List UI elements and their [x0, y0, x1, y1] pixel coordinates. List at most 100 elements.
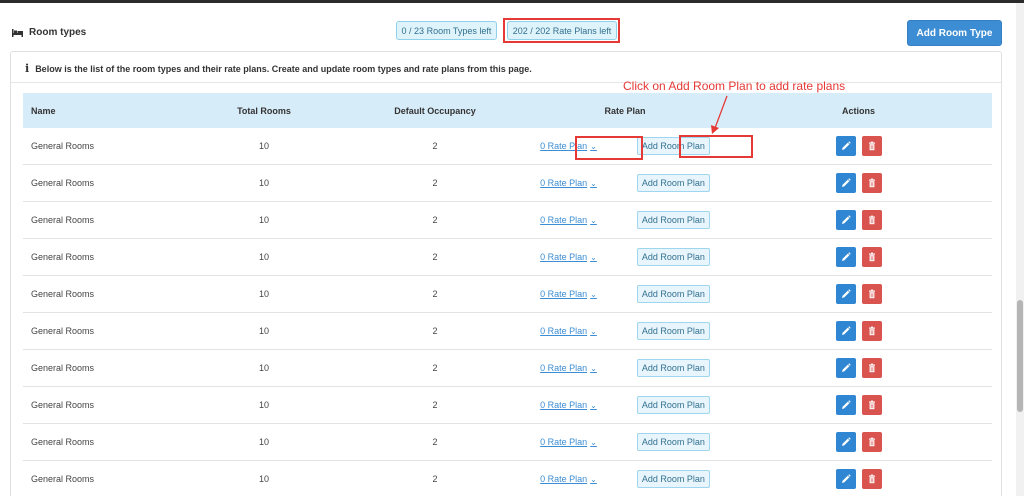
total-rooms: 10 [258, 252, 269, 262]
room-name: General Rooms [31, 437, 95, 447]
default-occupancy: 2 [432, 141, 438, 151]
highlight-box-add-room-plan [679, 135, 753, 158]
add-room-plan-button[interactable]: Add Room Plan [636, 322, 710, 340]
trash-icon [868, 474, 875, 484]
room-name: General Rooms [31, 363, 95, 373]
page-title-label: Room types [29, 27, 87, 38]
page-scrollbar-thumb[interactable] [1017, 300, 1023, 412]
highlight-box-rate-plans-badge [503, 18, 620, 43]
room-name: General Rooms [31, 215, 95, 225]
rate-plan-cell: 0 Rate Plan ⌄ Add Room Plan [525, 470, 725, 488]
rate-plan-cell: 0 Rate Plan ⌄ Add Room Plan [525, 359, 725, 377]
add-room-plan-button[interactable]: Add Room Plan [636, 285, 710, 303]
actions-cell [725, 136, 992, 156]
add-room-plan-button[interactable]: Add Room Plan [636, 396, 710, 414]
total-rooms: 10 [258, 474, 269, 484]
table-row: General Rooms 10 2 0 Rate Plan ⌄ Add Roo… [23, 128, 992, 165]
add-room-plan-button[interactable]: Add Room Plan [636, 211, 710, 229]
table-row: General Rooms 10 2 0 Rate Plan ⌄ Add Roo… [23, 350, 992, 387]
trash-icon [868, 178, 875, 188]
delete-button[interactable] [861, 210, 882, 230]
room-name: General Rooms [31, 474, 95, 484]
page-scrollbar-track[interactable] [1016, 3, 1024, 496]
chevron-down-icon: ⌄ [590, 252, 597, 262]
edit-button[interactable] [835, 469, 856, 489]
total-rooms: 10 [258, 178, 269, 188]
rate-plan-label: 0 Rate Plan [540, 178, 588, 188]
default-occupancy: 2 [432, 437, 438, 447]
delete-button[interactable] [861, 284, 882, 304]
room-name: General Rooms [31, 178, 95, 188]
edit-button[interactable] [835, 284, 856, 304]
pencil-icon [841, 363, 851, 372]
chevron-down-icon: ⌄ [590, 474, 597, 484]
rate-plan-dropdown[interactable]: 0 Rate Plan ⌄ [540, 178, 597, 188]
rate-plan-label: 0 Rate Plan [540, 363, 588, 373]
trash-icon [868, 326, 875, 336]
rate-plan-dropdown[interactable]: 0 Rate Plan ⌄ [540, 437, 597, 447]
rate-plan-label: 0 Rate Plan [540, 252, 588, 262]
window-top-strip [0, 0, 1024, 3]
rate-plan-dropdown[interactable]: 0 Rate Plan ⌄ [540, 474, 597, 484]
actions-cell [725, 173, 992, 193]
table-row: General Rooms 10 2 0 Rate Plan ⌄ Add Roo… [23, 424, 992, 461]
trash-icon [868, 289, 875, 299]
delete-button[interactable] [861, 247, 882, 267]
rate-plan-dropdown[interactable]: 0 Rate Plan ⌄ [540, 215, 597, 225]
trash-icon [868, 400, 875, 410]
rate-plan-dropdown[interactable]: 0 Rate Plan ⌄ [540, 363, 597, 373]
add-room-plan-button[interactable]: Add Room Plan [636, 174, 710, 192]
delete-button[interactable] [861, 395, 882, 415]
info-message: i Below is the list of the room types an… [25, 62, 532, 75]
column-header-actions: Actions [841, 105, 875, 116]
edit-button[interactable] [835, 247, 856, 267]
table-row: General Rooms 10 2 0 Rate Plan ⌄ Add Roo… [23, 165, 992, 202]
room-name: General Rooms [31, 326, 95, 336]
add-room-plan-button[interactable]: Add Room Plan [636, 433, 710, 451]
delete-button[interactable] [861, 358, 882, 378]
edit-button[interactable] [835, 432, 856, 452]
default-occupancy: 2 [432, 289, 438, 299]
add-room-plan-button[interactable]: Add Room Plan [636, 470, 710, 488]
delete-button[interactable] [861, 321, 882, 341]
highlight-box-rate-plan-dropdown [575, 136, 643, 160]
rate-plan-dropdown[interactable]: 0 Rate Plan ⌄ [540, 326, 597, 336]
add-room-type-button[interactable]: Add Room Type [907, 20, 1002, 46]
delete-button[interactable] [861, 173, 882, 193]
edit-button[interactable] [835, 173, 856, 193]
rate-plan-cell: 0 Rate Plan ⌄ Add Room Plan [525, 322, 725, 340]
edit-button[interactable] [835, 136, 856, 156]
table-row: General Rooms 10 2 0 Rate Plan ⌄ Add Roo… [23, 461, 992, 496]
total-rooms: 10 [258, 326, 269, 336]
edit-button[interactable] [835, 358, 856, 378]
total-rooms: 10 [258, 437, 269, 447]
rate-plan-dropdown[interactable]: 0 Rate Plan ⌄ [540, 289, 597, 299]
total-rooms: 10 [258, 141, 269, 151]
delete-button[interactable] [861, 136, 882, 156]
pencil-icon [841, 141, 851, 150]
actions-cell [725, 358, 992, 378]
pencil-icon [841, 178, 851, 187]
chevron-down-icon: ⌄ [590, 215, 597, 225]
rate-plan-dropdown[interactable]: 0 Rate Plan ⌄ [540, 400, 597, 410]
annotation-text: Click on Add Room Plan to add rate plans [623, 79, 846, 93]
pencil-icon [841, 474, 851, 483]
room-name: General Rooms [31, 400, 95, 410]
delete-button[interactable] [861, 469, 882, 489]
add-room-plan-button[interactable]: Add Room Plan [636, 248, 710, 266]
trash-icon [868, 437, 875, 447]
trash-icon [868, 363, 875, 373]
edit-button[interactable] [835, 210, 856, 230]
rate-plan-label: 0 Rate Plan [540, 326, 588, 336]
edit-button[interactable] [835, 395, 856, 415]
column-header-name: Name [31, 105, 56, 116]
rate-plan-cell: 0 Rate Plan ⌄ Add Room Plan [525, 285, 725, 303]
room-name: General Rooms [31, 289, 95, 299]
pencil-icon [841, 326, 851, 335]
edit-button[interactable] [835, 321, 856, 341]
add-room-plan-button[interactable]: Add Room Plan [636, 359, 710, 377]
delete-button[interactable] [861, 432, 882, 452]
rate-plan-dropdown[interactable]: 0 Rate Plan ⌄ [540, 252, 597, 262]
table-row: General Rooms 10 2 0 Rate Plan ⌄ Add Roo… [23, 387, 992, 424]
actions-cell [725, 321, 992, 341]
